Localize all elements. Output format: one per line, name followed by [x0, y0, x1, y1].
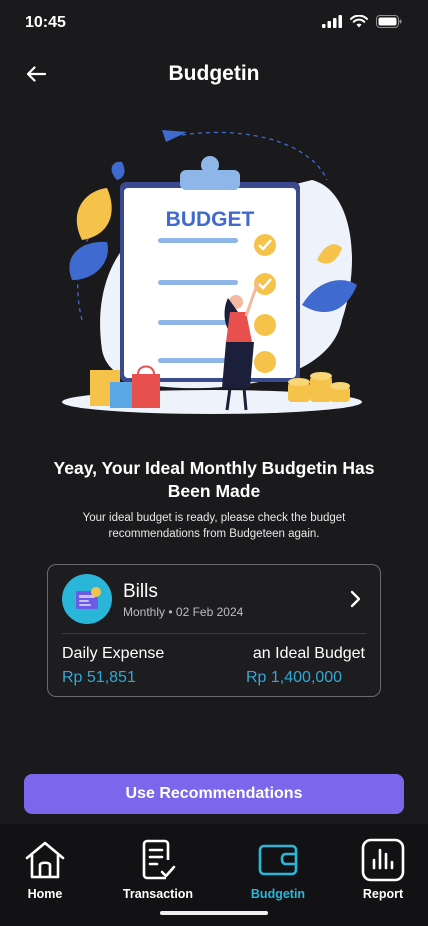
- card-date: 02 Feb 2024: [175, 605, 244, 619]
- home-indicator: [160, 911, 268, 915]
- ideal-budget-label: an Ideal Budget: [252, 645, 365, 662]
- daily-expense-value: Rp 51,851: [62, 669, 136, 686]
- budget-illustration: BUDGET: [62, 130, 362, 414]
- success-headline: Yeay, Your Ideal Monthly Budgetin Has Be…: [53, 458, 375, 501]
- battery-icon: [376, 15, 402, 28]
- signal-icon: [322, 15, 342, 28]
- card-period: Monthly: [123, 605, 166, 619]
- board-text: BUDGET: [166, 208, 255, 231]
- nav-item-transaction[interactable]: Transaction: [108, 838, 208, 901]
- header: Budgetin: [0, 52, 428, 96]
- card-separator: •: [168, 605, 173, 619]
- transaction-icon: [142, 839, 176, 880]
- report-icon: [361, 838, 405, 882]
- nav-item-budgetin[interactable]: Budgetin: [228, 838, 328, 901]
- nav-label-home: Home: [27, 887, 63, 901]
- budget-card[interactable]: Bills Monthly • 02 Feb 2024 Daily Expens…: [47, 564, 381, 697]
- use-recommendations-button[interactable]: Use Recommendations: [24, 774, 404, 814]
- ideal-budget-value: Rp 1,400,000: [246, 669, 343, 686]
- wifi-icon: [350, 15, 368, 28]
- status-bar: 10:45: [0, 0, 428, 46]
- card-subtitle: Monthly • 02 Feb 2024: [123, 605, 243, 619]
- nav-item-report[interactable]: Report: [333, 838, 428, 901]
- card-divider: [62, 633, 366, 634]
- chevron-right-icon[interactable]: [348, 590, 362, 608]
- home-icon: [25, 841, 65, 879]
- nav-item-home[interactable]: Home: [0, 838, 95, 901]
- bottom-nav: Home Transaction Budgetin Report: [0, 824, 428, 926]
- nav-label-budgetin: Budgetin: [250, 887, 306, 901]
- card-title: Bills: [123, 581, 158, 602]
- success-subtext: Your ideal budget is ready, please check…: [82, 512, 346, 540]
- page-title: Budgetin: [168, 62, 260, 85]
- nav-label-transaction: Transaction: [122, 887, 194, 901]
- status-icons: [322, 15, 402, 28]
- bills-icon: [62, 574, 112, 624]
- nav-label-report: Report: [362, 887, 404, 901]
- status-time: 10:45: [25, 14, 66, 31]
- daily-expense-label: Daily Expense: [62, 645, 165, 662]
- wallet-icon: [258, 844, 298, 876]
